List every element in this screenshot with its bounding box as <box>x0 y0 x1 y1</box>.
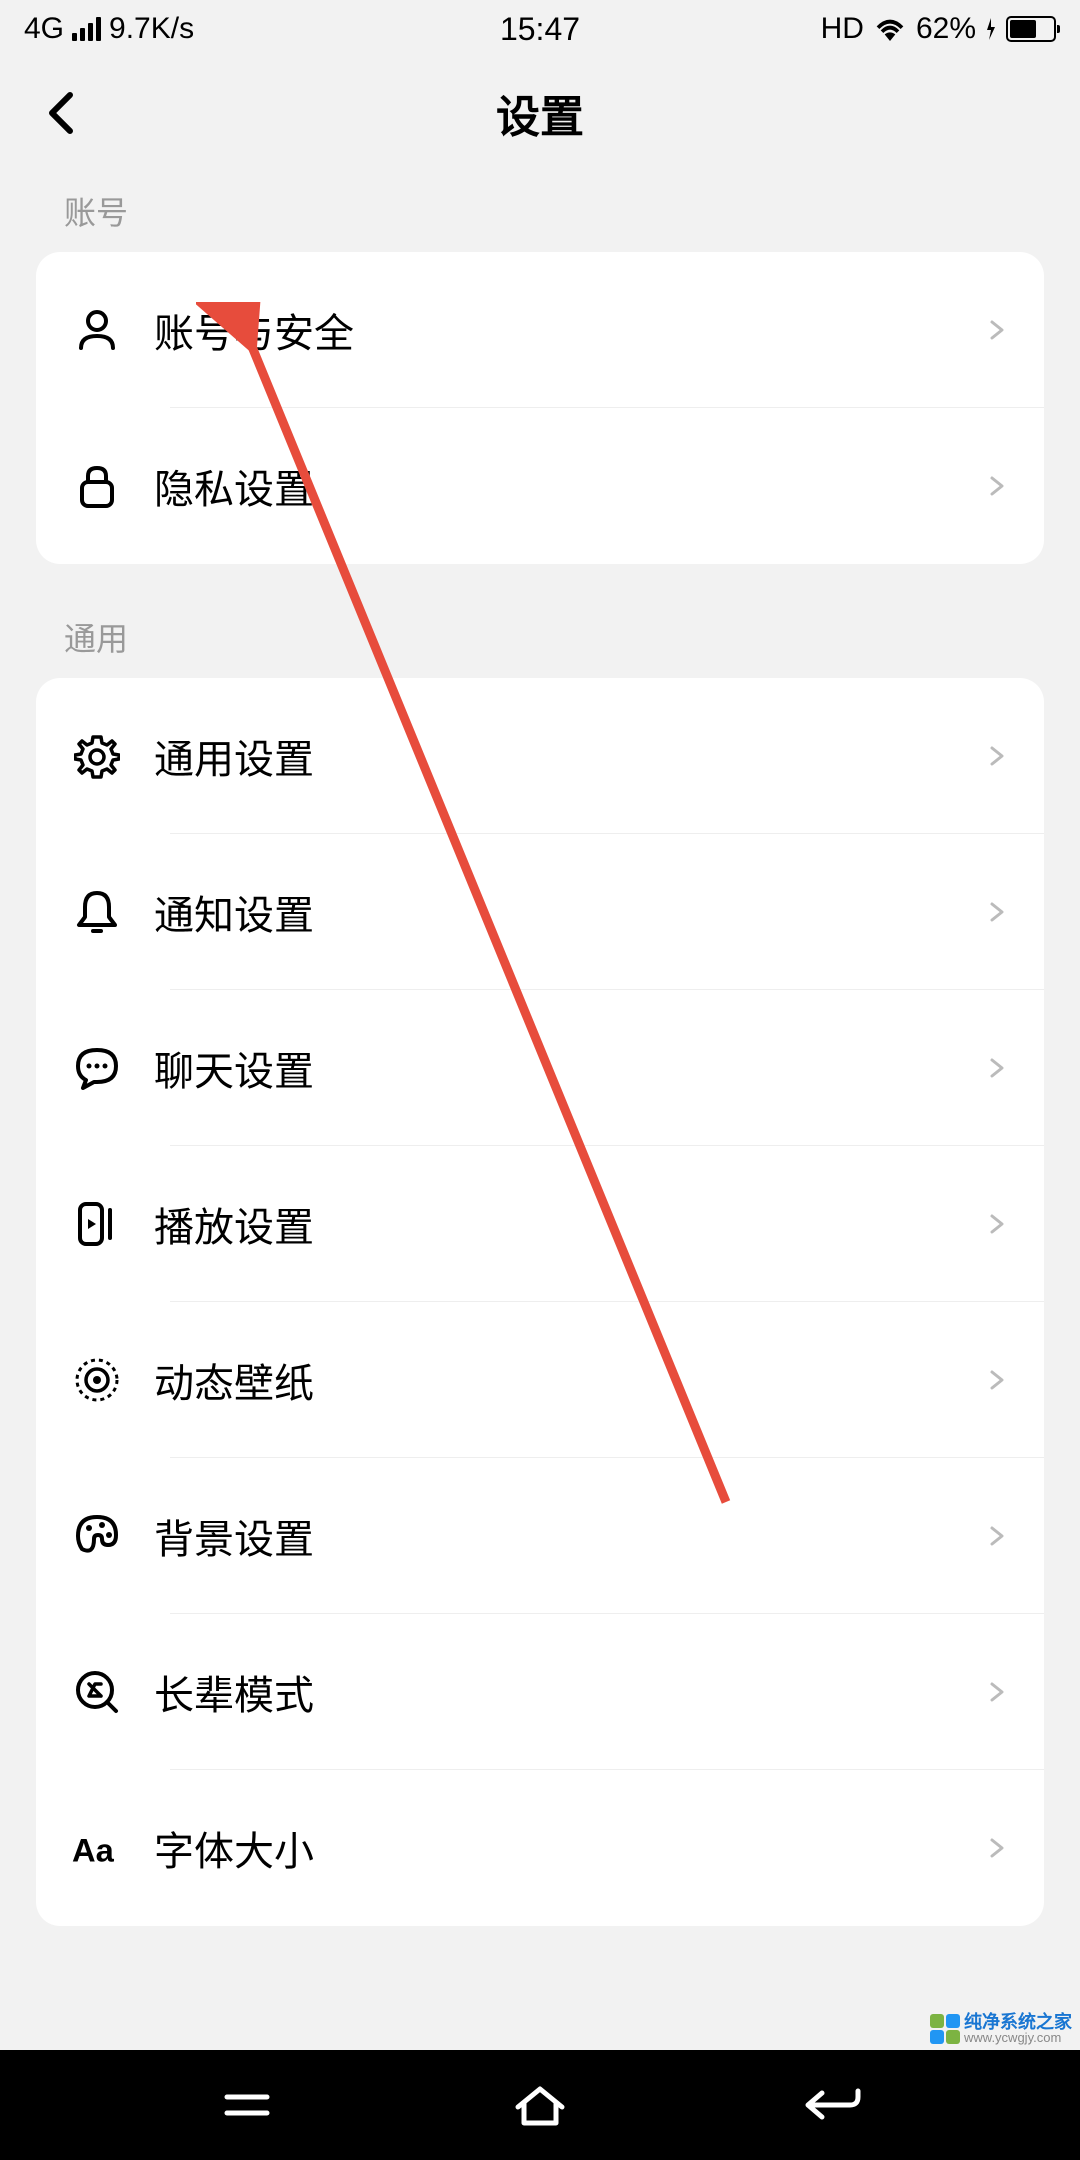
chevron-right-icon <box>984 1056 1008 1080</box>
general-card: 通用设置 通知设置 <box>36 678 1044 1926</box>
back-nav-button[interactable] <box>793 2080 873 2130</box>
item-notification[interactable]: 通知设置 <box>36 834 1044 990</box>
home-button[interactable] <box>500 2080 580 2130</box>
chevron-right-icon <box>984 744 1008 768</box>
content-area: 账号 账号与安全 隐私设置 <box>0 168 1080 2050</box>
recent-apps-button[interactable] <box>207 2080 287 2130</box>
chevron-right-icon <box>984 1680 1008 1704</box>
back-icon <box>802 2085 864 2125</box>
elder-mode-icon <box>72 1667 122 1717</box>
list-item-label: 字体大小 <box>154 1819 984 1877</box>
watermark-text-2: www.ycwgjy.com <box>964 2031 1072 2044</box>
hd-indicator: HD <box>821 12 864 46</box>
watermark-logo <box>930 2014 960 2044</box>
chat-icon <box>72 1043 122 1093</box>
chevron-right-icon <box>984 1836 1008 1860</box>
data-speed: 9.7K/s <box>109 12 194 46</box>
chevron-right-icon <box>984 318 1008 342</box>
list-item-label: 长辈模式 <box>154 1663 984 1721</box>
home-icon <box>512 2083 568 2127</box>
section-label-account: 账号 <box>0 168 1080 252</box>
item-chat[interactable]: 聊天设置 <box>36 990 1044 1146</box>
palette-icon <box>72 1511 122 1561</box>
list-item-label: 通用设置 <box>154 727 984 785</box>
font-size-icon: Aa <box>72 1823 122 1873</box>
battery-percent: 62% <box>916 12 976 46</box>
list-item-label: 播放设置 <box>154 1195 984 1253</box>
item-live-wallpaper[interactable]: 动态壁纸 <box>36 1302 1044 1458</box>
svg-text:Aa: Aa <box>72 1831 115 1868</box>
item-playback[interactable]: 播放设置 <box>36 1146 1044 1302</box>
page-header: 设置 <box>0 58 1080 168</box>
chevron-right-icon <box>984 474 1008 498</box>
bell-icon <box>72 887 122 937</box>
item-general-settings[interactable]: 通用设置 <box>36 678 1044 834</box>
status-time: 15:47 <box>500 11 580 48</box>
chevron-right-icon <box>984 1212 1008 1236</box>
status-bar: 4G 9.7K/s 15:47 HD 62% <box>0 0 1080 58</box>
account-card: 账号与安全 隐私设置 <box>36 252 1044 564</box>
section-label-general: 通用 <box>0 564 1080 678</box>
status-left: 4G 9.7K/s <box>24 12 194 46</box>
charging-icon <box>986 18 996 40</box>
watermark: 纯净系统之家 www.ycwgjy.com <box>930 2013 1072 2044</box>
page-title: 设置 <box>496 81 584 145</box>
target-icon <box>72 1355 122 1405</box>
back-button[interactable] <box>40 93 80 133</box>
status-right: HD 62% <box>821 12 1056 46</box>
lock-icon <box>72 461 122 511</box>
item-font-size[interactable]: Aa 字体大小 <box>36 1770 1044 1926</box>
network-type: 4G <box>24 12 64 46</box>
list-item-label: 动态壁纸 <box>154 1351 984 1409</box>
item-account-security[interactable]: 账号与安全 <box>36 252 1044 408</box>
list-item-label: 账号与安全 <box>154 301 984 359</box>
chevron-right-icon <box>984 900 1008 924</box>
menu-icon <box>219 2087 275 2123</box>
list-item-label: 通知设置 <box>154 883 984 941</box>
item-elder-mode[interactable]: 长辈模式 <box>36 1614 1044 1770</box>
gear-icon <box>72 731 122 781</box>
signal-icon <box>72 17 101 41</box>
chevron-right-icon <box>984 1368 1008 1392</box>
system-nav-bar <box>0 2050 1080 2160</box>
item-background[interactable]: 背景设置 <box>36 1458 1044 1614</box>
wifi-icon <box>874 17 906 41</box>
list-item-label: 背景设置 <box>154 1507 984 1565</box>
chevron-left-icon <box>46 91 74 135</box>
chevron-right-icon <box>984 1524 1008 1548</box>
list-item-label: 隐私设置 <box>154 457 984 515</box>
watermark-text-1: 纯净系统之家 <box>964 2013 1072 2031</box>
item-privacy[interactable]: 隐私设置 <box>36 408 1044 564</box>
list-item-label: 聊天设置 <box>154 1039 984 1097</box>
battery-icon <box>1006 16 1056 42</box>
play-icon <box>72 1199 122 1249</box>
person-icon <box>72 305 122 355</box>
